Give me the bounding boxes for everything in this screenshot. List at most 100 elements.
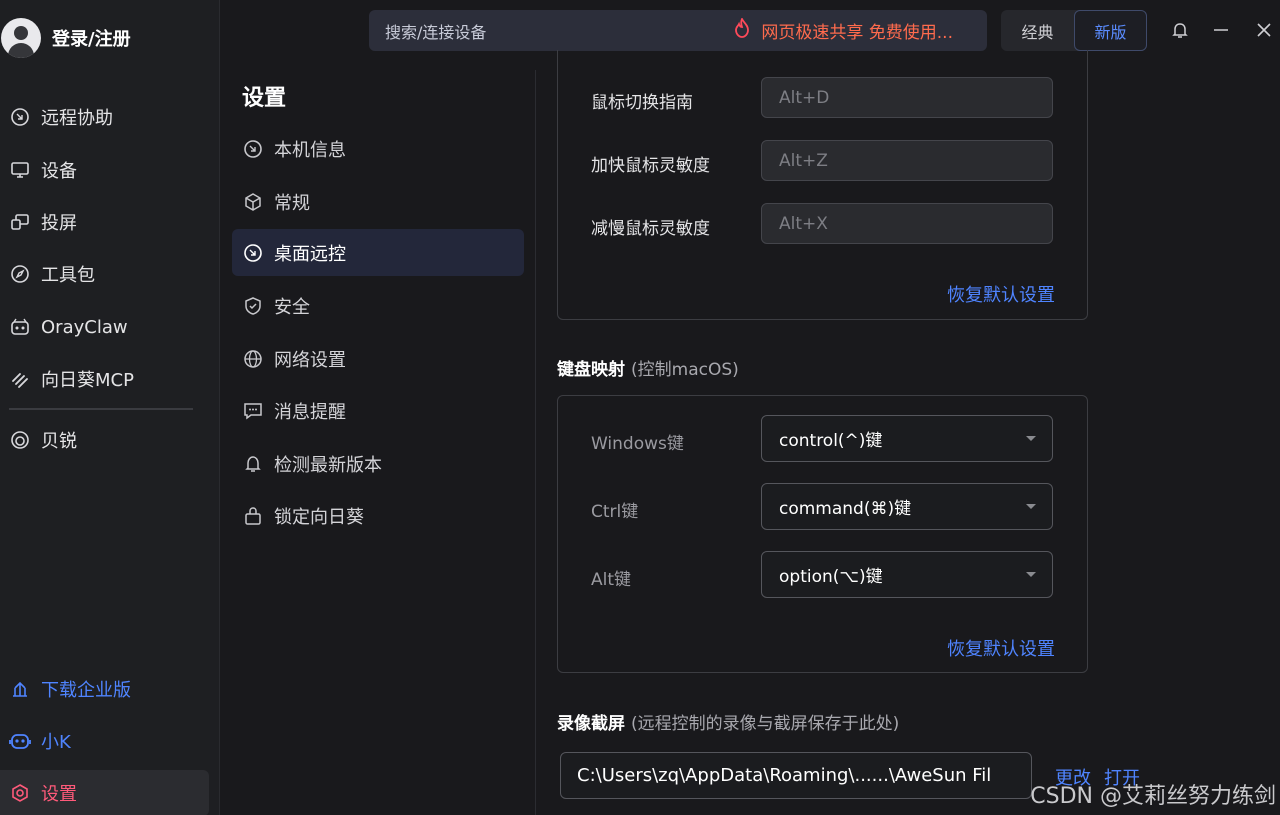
recording-path-field[interactable]: C:\Users\zq\AppData\Roaming\......\AweSu… xyxy=(560,752,1032,799)
nav-orayclaw[interactable]: OrayClaw xyxy=(0,307,209,347)
nav-settings[interactable]: 设置 xyxy=(0,770,209,815)
menu-label: 常规 xyxy=(274,192,310,214)
keymap-value: control(^)键 xyxy=(779,431,883,451)
menu-remote-desktop[interactable]: 桌面远控 xyxy=(232,229,524,276)
version-switch: 经典 新版 xyxy=(1001,10,1147,51)
hotkey-card: 鼠标切换指南 Alt+D 加快鼠标灵敏度 Alt+Z 减慢鼠标灵敏度 Alt+X… xyxy=(557,50,1088,320)
shield-icon xyxy=(242,295,264,317)
watermark: CSDN @艾莉丝努力练剑 xyxy=(1030,784,1276,809)
menu-network[interactable]: 网络设置 xyxy=(232,335,524,382)
menu-check-update[interactable]: 检测最新版本 xyxy=(232,440,524,487)
chevron-down-icon xyxy=(1026,504,1036,509)
keymap-title-text: 键盘映射 xyxy=(557,360,625,380)
menu-device-info[interactable]: 本机信息 xyxy=(232,125,524,172)
keymap-card: Windows键 control(^)键 Ctrl键 command(⌘)键 A… xyxy=(557,395,1088,673)
hotkey-label: 鼠标切换指南 xyxy=(591,93,693,113)
nav-toolbox[interactable]: 工具包 xyxy=(0,254,209,294)
recording-title-text: 录像截屏 xyxy=(557,714,625,734)
promo-banner[interactable]: 网页极速共享 免费使用... xyxy=(733,10,953,51)
keymap-subtitle: (控制macOS) xyxy=(631,360,739,380)
nav-label: 投屏 xyxy=(41,213,77,234)
remote-assist-icon xyxy=(9,106,31,128)
login-button[interactable]: 登录/注册 xyxy=(0,16,131,60)
nav-label: 设备 xyxy=(41,161,77,182)
avatar xyxy=(1,18,41,58)
menu-label: 消息提醒 xyxy=(274,401,346,423)
nav-remote-assist[interactable]: 远程协助 xyxy=(0,97,209,137)
nav-label: 向日葵MCP xyxy=(41,370,134,391)
nav-label: 小K xyxy=(41,732,71,753)
oray-icon xyxy=(9,429,31,451)
nav-oray[interactable]: 贝锐 xyxy=(0,420,209,460)
remote-desktop-icon xyxy=(242,242,264,264)
keymap-value: option(⌥)键 xyxy=(779,567,883,587)
nav-download-enterprise[interactable]: 下载企业版 xyxy=(0,669,209,709)
nav-label: 设置 xyxy=(41,784,77,805)
menu-messages[interactable]: 消息提醒 xyxy=(232,387,524,434)
bell-icon xyxy=(242,453,264,475)
restore-default-link[interactable]: 恢复默认设置 xyxy=(947,281,1055,307)
nav-cast[interactable]: 投屏 xyxy=(0,202,209,242)
orayclaw-icon xyxy=(9,316,31,338)
nav-label: 远程协助 xyxy=(41,108,113,129)
menu-label: 检测最新版本 xyxy=(274,454,382,476)
search-bar[interactable]: 搜索/连接设备 网页极速共享 免费使用... xyxy=(369,10,987,51)
keymap-select[interactable]: control(^)键 xyxy=(761,415,1053,462)
menu-label: 桌面远控 xyxy=(274,243,346,265)
hotkey-input[interactable]: Alt+Z xyxy=(761,140,1053,181)
hotkey-input[interactable]: Alt+D xyxy=(761,77,1053,118)
menu-lock[interactable]: 锁定向日葵 xyxy=(232,492,524,539)
chevron-down-icon xyxy=(1026,436,1036,441)
hotkey-input[interactable]: Alt+X xyxy=(761,203,1053,244)
nav-device[interactable]: 设备 xyxy=(0,150,209,190)
cast-icon xyxy=(9,211,31,233)
fire-icon xyxy=(733,16,751,43)
nav-label: 贝锐 xyxy=(41,431,77,452)
nav-label: OrayClaw xyxy=(41,316,128,338)
hotkey-label: 减慢鼠标灵敏度 xyxy=(591,219,710,239)
cube-icon xyxy=(242,191,264,213)
keymap-select[interactable]: option(⌥)键 xyxy=(761,551,1053,598)
close-icon[interactable] xyxy=(1251,17,1277,43)
menu-label: 网络设置 xyxy=(274,349,346,371)
menu-security[interactable]: 安全 xyxy=(232,282,524,329)
menu-label: 锁定向日葵 xyxy=(274,506,364,528)
enterprise-icon xyxy=(9,678,31,700)
nav-xiaok[interactable]: 小K xyxy=(0,721,209,761)
toolbox-icon xyxy=(9,263,31,285)
minimize-icon[interactable] xyxy=(1208,17,1234,43)
settings-icon xyxy=(9,782,31,804)
keymap-label: Ctrl键 xyxy=(591,502,639,522)
version-new-button[interactable]: 新版 xyxy=(1074,10,1147,51)
robot-icon xyxy=(9,730,31,752)
keymap-label: Windows键 xyxy=(591,434,684,454)
search-label: 搜索/连接设备 xyxy=(385,22,487,42)
restore-default-link[interactable]: 恢复默认设置 xyxy=(947,635,1055,661)
keymap-select[interactable]: command(⌘)键 xyxy=(761,483,1053,530)
keymap-title: 键盘映射 (控制macOS) xyxy=(557,355,739,380)
settings-title: 设置 xyxy=(242,86,287,111)
nav-mcp[interactable]: 向日葵MCP xyxy=(0,359,209,399)
nav-divider xyxy=(9,408,193,410)
device-info-icon xyxy=(242,138,264,160)
recording-subtitle: (远程控制的录像与截屏保存于此处) xyxy=(631,714,900,734)
login-label: 登录/注册 xyxy=(52,29,131,50)
mcp-icon xyxy=(9,368,31,390)
promo-text: 网页极速共享 免费使用... xyxy=(761,23,953,43)
menu-label: 本机信息 xyxy=(274,139,346,161)
globe-icon xyxy=(242,348,264,370)
message-icon xyxy=(242,400,264,422)
device-icon xyxy=(9,159,31,181)
sidebar: 登录/注册 远程协助 设备 投屏 工具包 OrayClaw 向日葵MCP 贝锐 … xyxy=(0,0,220,815)
hotkey-label: 加快鼠标灵敏度 xyxy=(591,156,710,176)
panel-divider xyxy=(535,70,536,815)
version-classic-button[interactable]: 经典 xyxy=(1001,10,1074,51)
nav-label: 下载企业版 xyxy=(41,680,131,701)
recording-title: 录像截屏 (远程控制的录像与截屏保存于此处) xyxy=(557,709,899,734)
keymap-value: command(⌘)键 xyxy=(779,499,912,519)
chevron-down-icon xyxy=(1026,572,1036,577)
nav-label: 工具包 xyxy=(41,265,95,286)
menu-general[interactable]: 常规 xyxy=(232,178,524,225)
bell-icon[interactable] xyxy=(1167,17,1193,43)
menu-label: 安全 xyxy=(274,296,310,318)
